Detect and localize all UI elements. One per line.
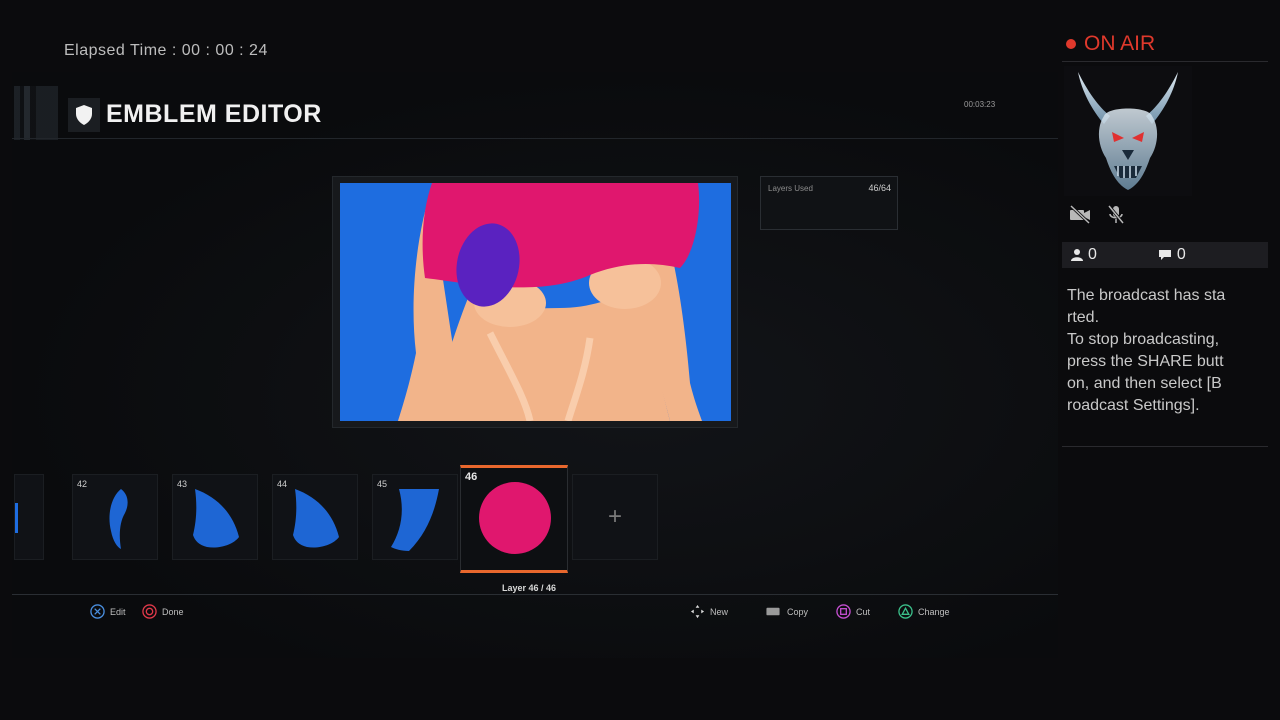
hint-change-label: Change	[918, 606, 950, 617]
screen: Elapsed Time : 00 : 00 : 24 EMBLEM EDITO…	[0, 0, 1280, 720]
corner-id: 00:03:23	[964, 100, 996, 109]
hint-new[interactable]: New	[690, 604, 728, 619]
page-title: EMBLEM EDITOR	[106, 100, 322, 128]
layer-thumb-42[interactable]: 42	[72, 474, 158, 560]
layer-shape-sliver-icon	[109, 489, 128, 549]
menu-edge-decoration	[14, 86, 58, 140]
viewer-count: 0	[1070, 246, 1097, 264]
hint-cut[interactable]: Cut	[836, 604, 870, 619]
hint-edit-label: Edit	[110, 606, 126, 617]
media-status	[1068, 204, 1126, 224]
hint-copy[interactable]: Copy	[764, 604, 808, 619]
emblem-artwork	[340, 183, 731, 421]
comment-icon	[1158, 250, 1171, 260]
shield-icon	[68, 98, 100, 132]
panel-divider-top	[1062, 61, 1268, 62]
camera-off-icon	[1069, 204, 1091, 224]
panel-divider-bottom	[1062, 446, 1268, 447]
cross-button-icon	[90, 604, 105, 619]
comment-count: 0	[1157, 246, 1186, 264]
hint-edit[interactable]: Edit	[90, 604, 126, 619]
elapsed-time-label: Elapsed Time	[64, 42, 167, 59]
hint-done-label: Done	[162, 606, 184, 617]
viewer-icon	[1071, 249, 1083, 261]
touchpad-icon	[766, 607, 780, 616]
elapsed-time-value: 00 : 00 : 24	[181, 42, 268, 59]
layers-used-label: Layers Used	[768, 184, 813, 193]
emblem-canvas[interactable]	[340, 183, 731, 421]
broadcast-stats: 0 0	[1062, 242, 1268, 268]
mic-off-icon	[1107, 205, 1125, 224]
layers-used-panel: Layers Used 46/64	[760, 176, 898, 230]
dpad-icon	[690, 604, 705, 619]
hint-done[interactable]: Done	[142, 604, 184, 619]
hint-change[interactable]: Change	[898, 604, 950, 619]
hint-new-label: New	[710, 606, 729, 617]
header-divider	[12, 138, 1058, 139]
square-button-icon	[836, 604, 851, 619]
skull-emblem-icon	[1078, 72, 1178, 190]
layer-thumb-partial[interactable]	[14, 474, 44, 560]
layer-shape-wedge-icon	[293, 489, 339, 548]
layer-thumb-43[interactable]: 43	[172, 474, 258, 560]
footer-divider	[12, 594, 1058, 595]
plus-icon: +	[607, 503, 622, 530]
viewer-count-value: 0	[1088, 246, 1097, 263]
layer-number: 46	[465, 471, 478, 483]
layer-thumb-46-selected[interactable]: 46	[460, 465, 568, 573]
on-air-label: ON AIR	[1084, 32, 1156, 55]
layer-shape-partial	[15, 503, 18, 533]
triangle-button-icon	[898, 604, 913, 619]
layer-shape-sleeve-icon	[391, 489, 439, 551]
add-layer-button[interactable]: +	[572, 474, 658, 560]
layers-used-count: 46/64	[868, 183, 891, 193]
hint-copy-label: Copy	[787, 606, 809, 617]
layer-thumb-44[interactable]: 44	[272, 474, 358, 560]
layer-caption: Layer 46 / 46	[501, 583, 557, 593]
elapsed-time: Elapsed Time : 00 : 00 : 24	[64, 42, 268, 59]
layer-shape-circle-icon	[479, 482, 551, 554]
circle-button-icon	[142, 604, 157, 619]
layer-shape-wedge-icon	[193, 489, 239, 548]
broadcast-message: The broadcast has started. To stop broad…	[1067, 287, 1226, 414]
hint-cut-label: Cut	[856, 606, 871, 617]
comment-count-value: 0	[1176, 246, 1186, 263]
layer-thumb-45[interactable]: 45	[372, 474, 458, 560]
live-dot-icon	[1066, 39, 1076, 49]
on-air-indicator: ON AIR	[1066, 32, 1155, 56]
avatar	[1064, 66, 1192, 196]
